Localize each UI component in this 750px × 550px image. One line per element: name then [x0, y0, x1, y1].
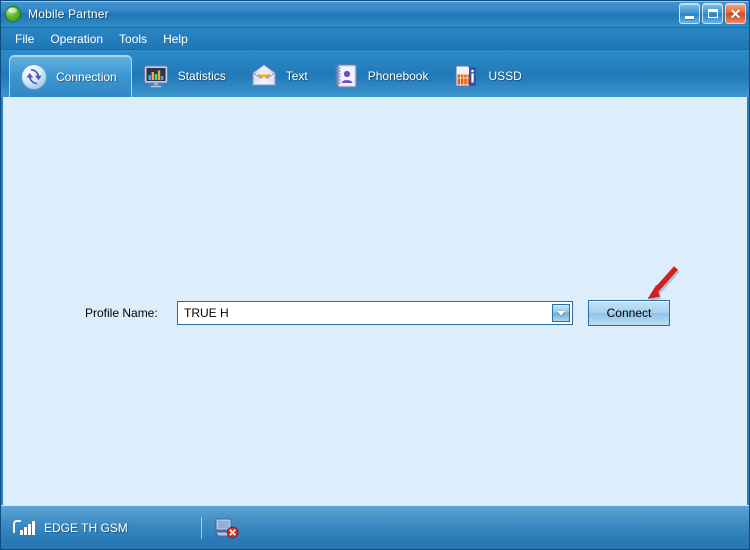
- address-book-icon: [332, 62, 360, 90]
- profile-name-label: Profile Name:: [85, 306, 158, 320]
- window-title: Mobile Partner: [28, 7, 109, 21]
- menu-item-tools[interactable]: Tools: [111, 30, 155, 48]
- menu-item-operation[interactable]: Operation: [42, 30, 111, 48]
- chevron-down-icon[interactable]: [552, 304, 570, 322]
- profile-name-combobox[interactable]: TRUE H: [177, 301, 573, 325]
- window-controls: ✕: [679, 3, 746, 24]
- maximize-icon: [707, 9, 718, 18]
- connect-button[interactable]: Connect: [588, 300, 670, 326]
- monitor-chart-icon: [142, 62, 170, 90]
- profile-name-row: Profile Name: TRUE H: [85, 301, 573, 325]
- envelope-icon: [250, 62, 278, 90]
- refresh-circle-icon: [20, 63, 48, 91]
- tab-text[interactable]: Text: [240, 55, 322, 97]
- tab-phonebook-label: Phonebook: [367, 69, 429, 83]
- tab-phonebook[interactable]: Phonebook: [322, 55, 443, 97]
- menu-item-file[interactable]: File: [7, 30, 42, 48]
- tab-statistics-label: Statistics: [177, 69, 226, 83]
- sim-card-info-icon: [452, 62, 480, 90]
- tab-connection-label: Connection: [56, 69, 117, 84]
- minimize-button[interactable]: [679, 3, 700, 24]
- maximize-button[interactable]: [702, 3, 723, 24]
- minimize-icon: [685, 15, 694, 19]
- tab-statistics[interactable]: Statistics: [132, 55, 240, 97]
- application-window: Mobile Partner ✕ File Operation Tools He…: [0, 0, 750, 550]
- network-status-text: EDGE TH GSM: [44, 520, 128, 535]
- disconnected-computer-icon: [215, 518, 239, 539]
- tab-connection[interactable]: Connection: [9, 55, 132, 97]
- title-bar: Mobile Partner ✕: [1, 1, 749, 28]
- menu-item-help[interactable]: Help: [155, 30, 196, 48]
- toolbar: Connection Statistics Text Phonebook USS…: [1, 50, 749, 97]
- menu-bar: File Operation Tools Help: [1, 28, 749, 50]
- signal-bars-icon: [13, 520, 35, 535]
- status-divider: [201, 517, 202, 539]
- tab-ussd[interactable]: USSD: [442, 55, 535, 97]
- content-area: Profile Name: TRUE H Connect: [1, 97, 749, 505]
- app-globe-icon: [5, 6, 21, 22]
- tab-text-label: Text: [285, 69, 308, 83]
- close-icon: ✕: [729, 5, 742, 22]
- tab-ussd-label: USSD: [488, 69, 522, 83]
- profile-name-value: TRUE H: [184, 306, 229, 320]
- status-bar: EDGE TH GSM: [1, 505, 749, 549]
- chevron-down-glyph: [557, 310, 565, 316]
- close-button[interactable]: ✕: [725, 3, 746, 24]
